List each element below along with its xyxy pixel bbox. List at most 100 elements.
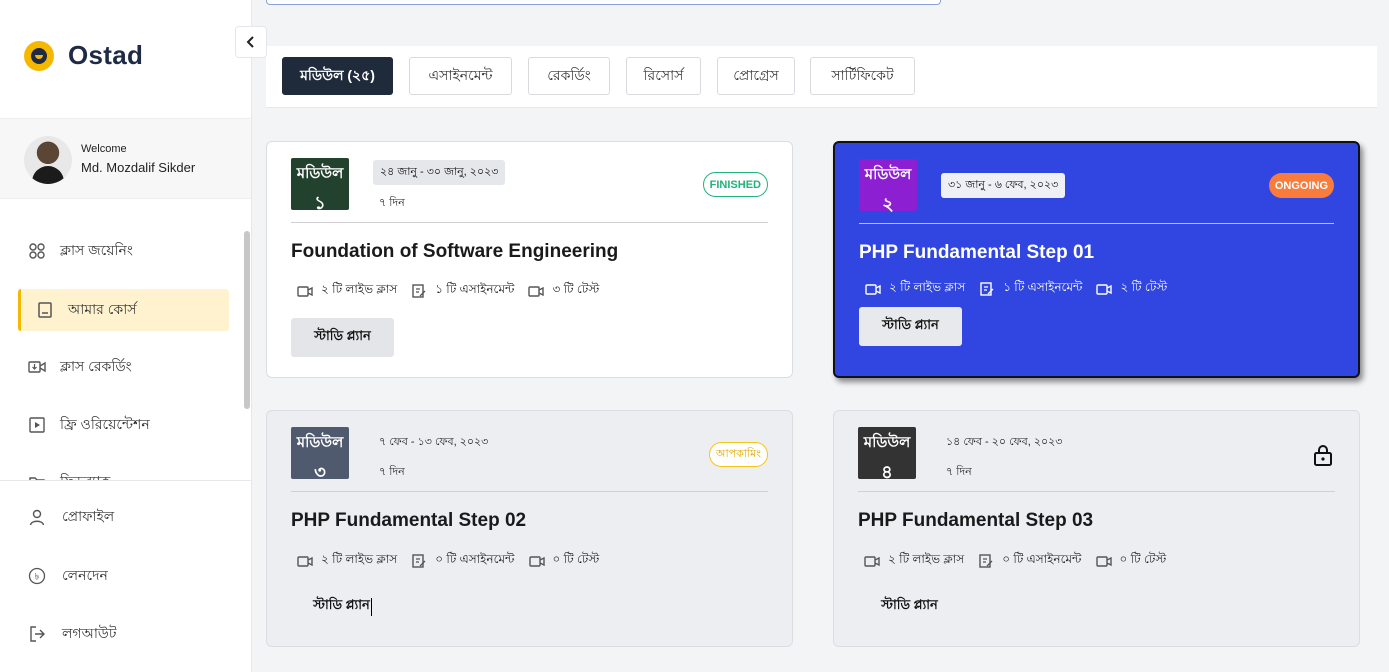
user-name: Md. Mozdalif Sikder: [81, 160, 196, 175]
avatar: [24, 136, 72, 184]
taka-icon: ৳: [28, 567, 46, 585]
sidebar-item-class-recording[interactable]: ক্লাস রেকর্ডিং: [18, 346, 229, 388]
module-date-range: ১৪ ফেব - ২০ ফেব, ২০২৩: [946, 436, 1063, 448]
video-icon: [864, 556, 880, 567]
module-stats: ২ টি লাইভ ক্লাস ০ টি এসাইনমেন্ট ০ টি টেস…: [297, 551, 613, 571]
live-class-count: ২ টি লাইভ ক্লাস: [888, 552, 965, 566]
tab-assignment[interactable]: এসাইনমেন্ট: [409, 57, 512, 95]
sidebar-nav: ক্লাস জয়েনিং আমার কোর্স ক্লাস রেকর্ডিং …: [0, 228, 251, 480]
module-title: PHP Fundamental Step 01: [859, 242, 1095, 263]
sidebar-item-label: লেনদেন: [62, 567, 108, 583]
status-badge: FINISHED: [702, 172, 768, 197]
sidebar-item-label: ফিডব্যাক: [60, 470, 110, 480]
welcome-label: Welcome: [81, 143, 127, 155]
module-stats: ২ টি লাইভ ক্লাস ১ টি এসাইনমেন্ট ২ টি টেস…: [865, 279, 1181, 299]
tab-progress[interactable]: প্রোগ্রেস: [717, 57, 795, 95]
live-class-count: ২ টি লাইভ ক্লাস: [321, 552, 398, 566]
sidebar-item-label: প্রোফাইল: [62, 508, 115, 524]
assignment-count: ০ টি এসাইনমেন্ট: [435, 552, 515, 566]
video-icon: [297, 556, 313, 567]
text-cursor: [370, 597, 372, 616]
test-icon: [1096, 284, 1113, 295]
sidebar-item-class-joining[interactable]: ক্লাস জয়েনিং: [18, 230, 229, 272]
folder-icon: [29, 477, 45, 480]
study-plan-button[interactable]: স্টাডি প্ল্যান: [859, 307, 962, 346]
test-icon: [528, 556, 545, 567]
sidebar-item-label: ক্লাস জয়েনিং: [60, 242, 133, 258]
module-badge: মডিউল ৪: [858, 427, 916, 482]
assignment-count: ১ টি এসাইনমেন্ট: [1003, 280, 1083, 294]
assignment-icon: [979, 554, 993, 568]
test-count: ০ টি টেস্ট: [1119, 552, 1167, 566]
video-download-icon: [28, 361, 46, 373]
logout-icon: [30, 626, 45, 642]
sidebar-item-free-orientation[interactable]: ফ্রি ওরিয়েন্টেশন: [18, 404, 229, 446]
module-date-range: ৩১ জানু - ৬ ফেব, ২০২৩: [941, 173, 1066, 198]
test-icon: [1095, 556, 1112, 567]
module-stats: ২ টি লাইভ ক্লাস ১ টি এসাইনমেন্ট ৩ টি টেস…: [297, 281, 613, 301]
live-class-count: ২ টি লাইভ ক্লাস: [889, 280, 966, 294]
tab-recording[interactable]: রেকর্ডিং: [528, 57, 610, 95]
assignment-icon: [980, 282, 994, 296]
module-title: Foundation of Software Engineering: [291, 241, 619, 262]
module-duration: ৭ দিন: [379, 197, 405, 209]
book-icon: [38, 302, 52, 318]
test-icon: [528, 286, 545, 297]
sidebar-collapse-button[interactable]: [235, 26, 267, 58]
sidebar-item-label: আমার কোর্স: [68, 301, 137, 317]
sidebar-item-my-course[interactable]: আমার কোর্স: [18, 289, 229, 331]
assignment-icon: [412, 554, 426, 568]
live-class-count: ২ টি লাইভ ক্লাস: [321, 282, 398, 296]
sidebar-item-label: ফ্রি ওরিয়েন্টেশন: [60, 416, 150, 432]
status-badge: ONGOING: [1268, 173, 1334, 198]
module-badge: মডিউল ১: [291, 158, 349, 213]
video-icon: [865, 284, 881, 295]
module-card-3[interactable]: মডিউল ৩ ৭ ফেব - ১৩ ফেব, ২০২৩ ৭ দিন আপকাম…: [266, 410, 793, 647]
sidebar-item-logout[interactable]: লগআউট: [28, 622, 116, 646]
study-plan-button[interactable]: স্টাডি প্ল্যান: [291, 587, 394, 626]
ostad-logo-icon: [24, 40, 54, 71]
module-card-4[interactable]: মডিউল ৪ ১৪ ফেব - ২০ ফেব, ২০২৩ ৭ দিন PHP …: [833, 410, 1360, 647]
module-badge: মডিউল ৩: [291, 427, 349, 482]
divider: [859, 223, 1334, 224]
module-badge: মডিউল ২: [859, 159, 917, 214]
module-date-range: ৭ ফেব - ১৩ ফেব, ২০২৩: [379, 436, 489, 448]
tab-resource[interactable]: রিসোর্স: [626, 57, 701, 95]
module-date-range: ২৪ জানু - ৩০ জানু, ২০২৩: [373, 160, 506, 185]
assignment-count: ০ টি এসাইনমেন্ট: [1002, 552, 1082, 566]
sidebar-item-label: লগআউট: [62, 625, 117, 641]
module-card-1[interactable]: মডিউল ১ ২৪ জানু - ৩০ জানু, ২০২৩ ৭ দিন FI…: [266, 141, 793, 378]
sidebar: Ostad Welcome Md. Mozdalif Sikder ক্লাস …: [0, 0, 252, 672]
status-badge: আপকামিং: [708, 442, 768, 467]
study-plan-button[interactable]: স্টাডি প্ল্যান: [858, 587, 961, 626]
grid-icon: [29, 243, 45, 259]
sidebar-item-feedback[interactable]: ফিডব্যাক: [18, 461, 229, 480]
brand-logo[interactable]: Ostad: [24, 40, 143, 71]
brand-name: Ostad: [68, 40, 144, 70]
divider: [858, 491, 1335, 492]
study-plan-button[interactable]: স্টাডি প্ল্যান: [291, 318, 394, 357]
test-count: ২ টি টেস্ট: [1120, 280, 1168, 294]
tab-certificate[interactable]: সার্টিফিকেট: [810, 57, 915, 95]
user-profile-box: Welcome Md. Mozdalif Sikder: [0, 118, 251, 199]
sidebar-item-transactions[interactable]: ৳ লেনদেন: [28, 564, 108, 588]
module-card-2[interactable]: মডিউল ২ ৩১ জানু - ৬ ফেব, ২০২৩ ONGOING PH…: [833, 141, 1360, 378]
study-plan-label: স্টাডি প্ল্যান: [313, 597, 370, 612]
module-stats: ২ টি লাইভ ক্লাস ০ টি এসাইনমেন্ট ০ টি টেস…: [864, 551, 1180, 571]
test-count: ৩ টি টেস্ট: [552, 282, 600, 296]
sidebar-scrollbar[interactable]: [244, 231, 250, 409]
course-tabs: মডিউল (২৫) এসাইনমেন্ট রেকর্ডিং রিসোর্স প…: [266, 46, 1377, 108]
sidebar-item-label: ক্লাস রেকর্ডিং: [60, 358, 132, 374]
user-icon: [29, 509, 45, 526]
lock-icon: [1314, 445, 1332, 466]
svg-text:৳: ৳: [35, 573, 40, 583]
sidebar-item-profile[interactable]: প্রোফাইল: [28, 505, 114, 529]
divider: [291, 222, 768, 223]
video-icon: [297, 286, 313, 297]
tab-modules[interactable]: মডিউল (২৫): [282, 57, 393, 95]
play-icon: [29, 417, 45, 433]
sidebar-bottom-nav: প্রোফাইল ৳ লেনদেন লগআউট: [0, 480, 251, 672]
module-duration: ৭ দিন: [946, 466, 972, 478]
chevron-left-icon: [246, 36, 254, 48]
assignment-icon: [412, 284, 426, 298]
